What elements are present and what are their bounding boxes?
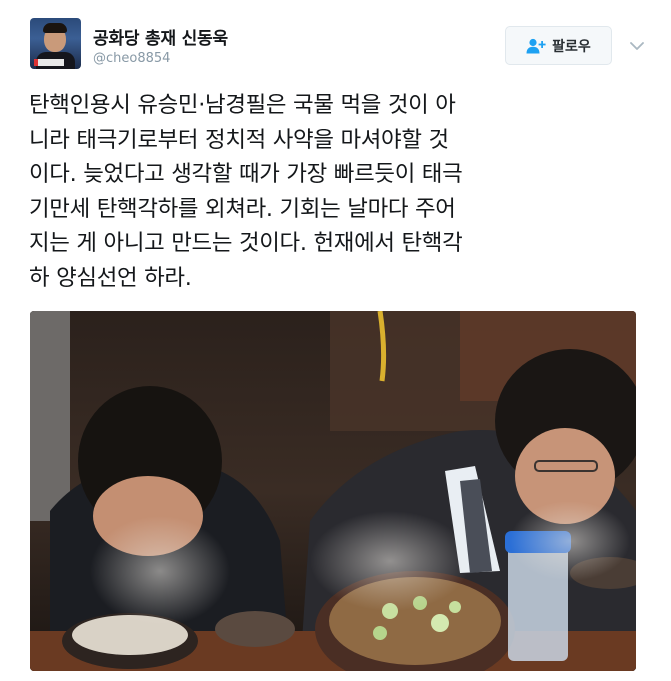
follow-button-label: 팔로우 (552, 38, 591, 55)
add-user-icon (526, 38, 546, 54)
user-handle[interactable]: @cheo8854 (93, 51, 170, 66)
display-name[interactable]: 공화당 총재 신동욱 (93, 24, 228, 49)
follow-button[interactable]: 팔로우 (505, 26, 612, 65)
chevron-down-icon (630, 36, 644, 55)
photo-illustration (30, 311, 636, 671)
more-options-caret[interactable] (628, 36, 646, 54)
tweet-photo[interactable] (30, 311, 636, 671)
avatar-caption-bar (34, 59, 64, 66)
tweet-text: 탄핵인용시 유승민·남경필은 국물 먹을 것이 아 니라 태극기로부터 정치적 … (29, 92, 463, 291)
avatar[interactable] (30, 18, 81, 69)
avatar-hair (43, 23, 67, 33)
tweet-card: 공화당 총재 신동욱 @cheo8854 팔로우 탄핵인용시 유승민·남경필은 … (0, 0, 671, 681)
